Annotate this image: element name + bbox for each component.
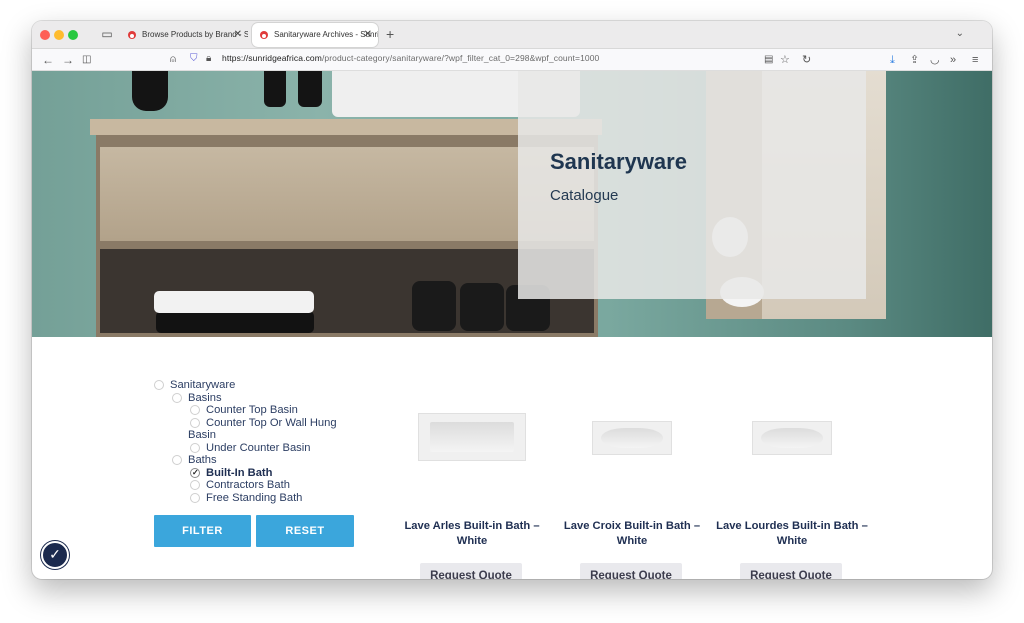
filter-label: Counter Top Or Wall Hung bbox=[206, 416, 337, 429]
filter-label: Built-In Bath bbox=[206, 466, 273, 479]
filter-label: Under Counter Basin bbox=[206, 441, 311, 454]
product-card[interactable] bbox=[392, 413, 552, 461]
url-text[interactable]: https://sunridgeafrica.com/product-categ… bbox=[222, 53, 599, 63]
accessibility-widget-icon[interactable]: ✓ bbox=[41, 541, 69, 569]
chevron-down-icon[interactable]: ⌄ bbox=[956, 28, 964, 39]
hero-overlay: Sanitaryware Catalogue bbox=[518, 71, 866, 299]
hero-rolled-towel bbox=[460, 283, 504, 331]
filter-item-free-standing-bath[interactable]: Free Standing Bath bbox=[188, 492, 382, 505]
forward-icon[interactable]: → bbox=[62, 52, 74, 68]
url-bar[interactable]: ⛉ 🔒︎ https://sunridgeafrica.com/product-… bbox=[166, 51, 836, 69]
filter-button[interactable]: FILTER bbox=[154, 515, 251, 547]
product-card[interactable] bbox=[712, 421, 872, 455]
radio-icon[interactable] bbox=[190, 417, 200, 428]
lock-icon[interactable]: 🔒︎ bbox=[206, 51, 211, 67]
filter-item-counter-top-basin[interactable]: Counter Top Basin bbox=[188, 404, 382, 417]
request-quote-button[interactable]: Request Quote bbox=[580, 563, 682, 579]
tab-title: Sanitaryware Archives - Sunrid bbox=[274, 30, 378, 39]
filter-label: Counter Top Basin bbox=[206, 404, 298, 416]
page-subtitle: Catalogue bbox=[550, 187, 619, 204]
filter-item-contractors-bath[interactable]: Contractors Bath bbox=[188, 479, 382, 492]
close-tab-icon[interactable]: ✕ bbox=[234, 23, 242, 47]
filter-item-counter-top-or-wall-hung-basin[interactable]: Counter Top Or Wall Hung Basin bbox=[188, 417, 382, 442]
filter-label: Basins bbox=[188, 391, 222, 404]
hero-towel-white bbox=[154, 291, 314, 313]
radio-icon[interactable] bbox=[154, 380, 164, 390]
product-name[interactable]: Lave Lourdes Built-in Bath – White bbox=[712, 519, 872, 549]
filter-label-continued: Basin bbox=[188, 429, 216, 441]
minimize-window-button[interactable] bbox=[54, 30, 64, 40]
radio-icon[interactable] bbox=[190, 442, 200, 453]
radio-icon[interactable] bbox=[190, 405, 200, 415]
nav-bar: ← → ◫ ⍝ ⛉ 🔒︎ https://sunridgeafrica.com/… bbox=[32, 49, 992, 71]
page-title: Sanitaryware bbox=[550, 149, 687, 174]
product-image[interactable] bbox=[592, 421, 672, 455]
share-icon[interactable]: ⇪ bbox=[910, 52, 919, 68]
tab-manager-icon[interactable]: ▭ bbox=[100, 27, 114, 41]
hero-vase bbox=[132, 71, 168, 111]
zoom-window-button[interactable] bbox=[68, 30, 78, 40]
tab-sanitaryware-archives[interactable]: Sanitaryware Archives - Sunrid ✕ bbox=[252, 23, 378, 47]
sidebar-icon[interactable]: ◫ bbox=[82, 52, 91, 68]
category-filter: Sanitaryware Basins Counter Top Basin Co… bbox=[152, 379, 382, 504]
product-title[interactable]: Lave Lourdes Built-in Bath – White bbox=[712, 519, 872, 549]
pocket-icon[interactable]: ◡ bbox=[930, 52, 940, 68]
shield-icon[interactable]: ⛉ bbox=[190, 51, 198, 67]
bath-basin-shape bbox=[429, 422, 515, 452]
product-image[interactable] bbox=[752, 421, 832, 455]
radio-icon[interactable] bbox=[190, 492, 200, 503]
checked-radio-icon[interactable] bbox=[190, 467, 200, 479]
page-content: Sanitaryware Catalogue Sanitaryware Basi… bbox=[32, 71, 992, 579]
back-icon[interactable]: ← bbox=[42, 52, 54, 68]
product-image[interactable] bbox=[418, 413, 526, 461]
product-title[interactable]: Lave Croix Built-in Bath – White bbox=[552, 519, 712, 549]
product-card[interactable] bbox=[552, 421, 712, 455]
filter-label: Baths bbox=[188, 454, 217, 466]
bookmark-star-icon[interactable]: ☆ bbox=[780, 52, 790, 68]
filter-label: Contractors Bath bbox=[206, 479, 290, 491]
hero-bottle bbox=[298, 71, 322, 107]
menu-icon[interactable]: ≡ bbox=[972, 52, 978, 68]
browser-window: ▭ Browse Products by Brand - Su ✕ Sanita… bbox=[32, 21, 992, 579]
filter-label: Free Standing Bath bbox=[206, 491, 303, 504]
request-quote-button[interactable]: Request Quote bbox=[420, 563, 522, 579]
tab-strip: ▭ Browse Products by Brand - Su ✕ Sanita… bbox=[32, 21, 992, 49]
hero-rolled-towel bbox=[412, 281, 456, 331]
reader-view-icon[interactable]: ▤ bbox=[764, 52, 773, 68]
extensions-overflow-icon[interactable]: » bbox=[950, 52, 956, 68]
hero-banner: Sanitaryware Catalogue bbox=[32, 71, 992, 337]
product-title[interactable]: Lave Arles Built-in Bath – White bbox=[392, 519, 552, 549]
tab-browse-products[interactable]: Browse Products by Brand - Su ✕ bbox=[120, 23, 248, 47]
radio-icon[interactable] bbox=[172, 455, 182, 465]
product-name[interactable]: Lave Croix Built-in Bath – White bbox=[552, 519, 712, 549]
close-tab-icon[interactable]: ✕ bbox=[364, 23, 372, 47]
filter-item-sanitaryware[interactable]: Sanitaryware bbox=[152, 379, 382, 392]
close-window-button[interactable] bbox=[40, 30, 50, 40]
favicon-icon bbox=[128, 31, 136, 39]
hero-towel-dark bbox=[156, 311, 314, 333]
radio-icon[interactable] bbox=[190, 480, 200, 490]
filter-label: Sanitaryware bbox=[170, 379, 236, 391]
tab-title: Browse Products by Brand - Su bbox=[142, 30, 248, 39]
filter-item-built-in-bath[interactable]: Built-In Bath bbox=[188, 466, 382, 479]
reload-icon[interactable]: ↻ bbox=[802, 52, 811, 68]
hero-bottle bbox=[264, 71, 286, 107]
request-quote-button[interactable]: Request Quote bbox=[740, 563, 842, 579]
bath-basin-shape bbox=[760, 427, 824, 449]
filter-item-under-counter-basin[interactable]: Under Counter Basin bbox=[188, 442, 382, 455]
url-domain: https://sunridgeafrica.com bbox=[222, 53, 322, 63]
product-name[interactable]: Lave Arles Built-in Bath – White bbox=[392, 519, 552, 549]
filter-item-baths[interactable]: Baths bbox=[170, 454, 382, 467]
radio-icon[interactable] bbox=[172, 392, 182, 403]
new-tab-icon[interactable]: + bbox=[386, 26, 394, 42]
download-icon[interactable]: ⤓ bbox=[890, 52, 895, 68]
reset-button[interactable]: RESET bbox=[256, 515, 354, 547]
url-path: /product-category/sanitaryware/?wpf_filt… bbox=[321, 53, 600, 63]
filter-item-basins[interactable]: Basins bbox=[170, 392, 382, 405]
bath-basin-shape bbox=[600, 427, 664, 449]
favicon-icon bbox=[260, 31, 268, 39]
